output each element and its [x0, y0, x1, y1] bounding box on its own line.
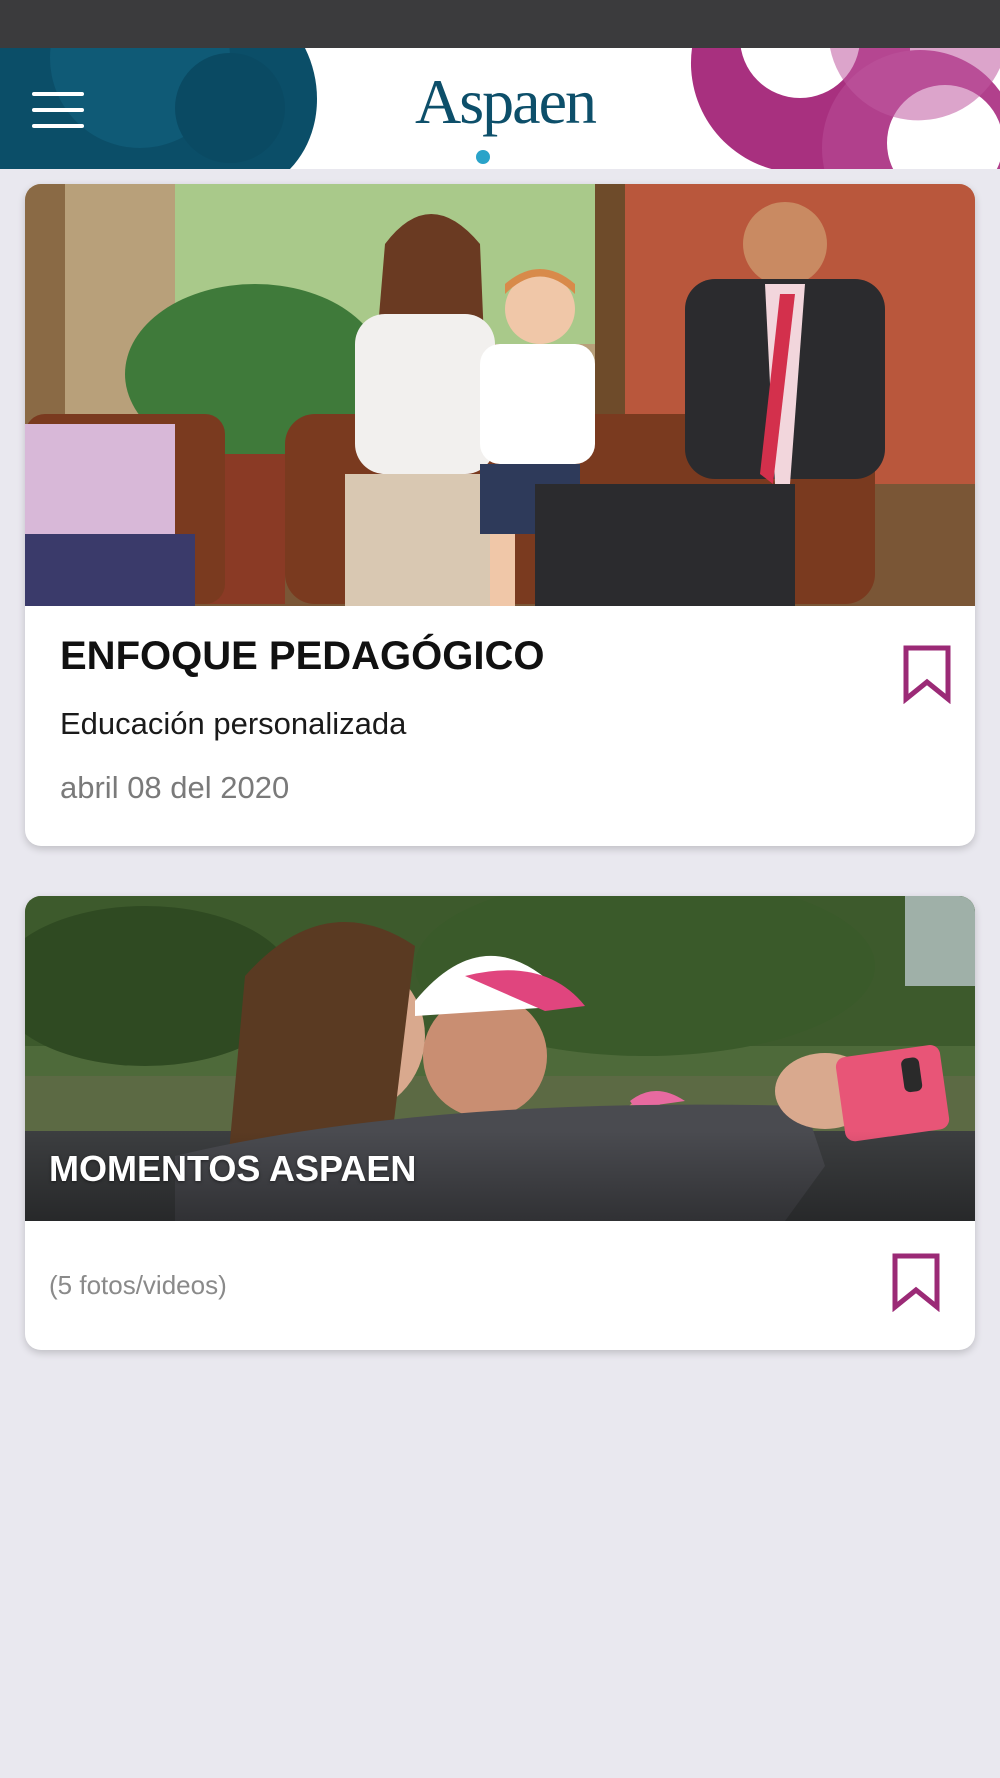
status-bar: [0, 0, 1000, 48]
logo-text: Aspaen: [415, 66, 597, 137]
menu-button[interactable]: [24, 76, 94, 140]
hamburger-menu-icon-bar: [32, 108, 84, 112]
post-date: abril 08 del 2020: [60, 770, 290, 805]
hamburger-menu-icon-bar: [32, 124, 84, 128]
post-card-momentos-aspaen[interactable]: MOMENTOS ASPAEN (5 fotos/videos): [25, 896, 975, 1350]
hamburger-menu-icon: [32, 92, 84, 96]
post-subtitle: Educación personalizada: [60, 706, 407, 741]
aspaen-logo: Aspaen: [390, 66, 620, 166]
bookmark-outline-icon: [892, 1253, 940, 1313]
post-title: ENFOQUE PEDAGÓGICO: [60, 634, 545, 678]
bookmark-outline-icon: [903, 645, 951, 705]
bookmark-button[interactable]: [901, 644, 953, 705]
post-image-family-photo: [25, 184, 975, 606]
app-header: Aspaen: [0, 48, 1000, 169]
logo-dot: [476, 150, 490, 164]
post-title: MOMENTOS ASPAEN: [49, 1148, 417, 1189]
header-decoration-right: [690, 48, 1000, 169]
post-card-enfoque-pedagogico[interactable]: ENFOQUE PEDAGÓGICO Educación personaliza…: [25, 184, 975, 846]
media-count: (5 fotos/videos): [49, 1270, 227, 1300]
post-image-selfie-photo: MOMENTOS ASPAEN: [25, 896, 975, 1221]
bookmark-button[interactable]: [890, 1252, 942, 1313]
